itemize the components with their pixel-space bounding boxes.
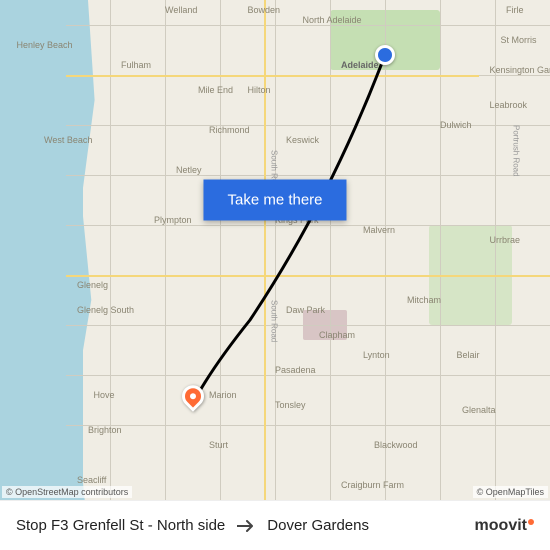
attribution-tiles[interactable]: © OpenMapTiles xyxy=(473,486,548,498)
route-from-label: Stop F3 Grenfell St - North side xyxy=(16,517,225,534)
route-to-label: Dover Gardens xyxy=(267,517,369,534)
route-summary: Stop F3 Grenfell St - North side Dover G… xyxy=(16,517,475,534)
road-label: South Road xyxy=(270,300,279,342)
attribution-osm[interactable]: © OpenStreetMap contributors xyxy=(2,486,132,498)
logo-dot-icon xyxy=(528,519,534,525)
main-road xyxy=(66,275,550,277)
route-start-marker[interactable] xyxy=(375,45,395,65)
arrow-right-icon xyxy=(237,519,255,533)
road-label: Portrush Road xyxy=(512,125,521,177)
map-background xyxy=(0,0,550,500)
main-road xyxy=(66,75,479,77)
moovit-logo[interactable]: moovit xyxy=(475,517,534,535)
logo-text: moovit xyxy=(475,517,527,535)
route-end-marker[interactable] xyxy=(182,385,204,407)
take-me-there-button[interactable]: Take me there xyxy=(203,180,346,221)
map[interactable]: Welland Bowden North Adelaide Firle Henl… xyxy=(0,0,550,500)
bottom-bar: Stop F3 Grenfell St - North side Dover G… xyxy=(0,500,550,550)
